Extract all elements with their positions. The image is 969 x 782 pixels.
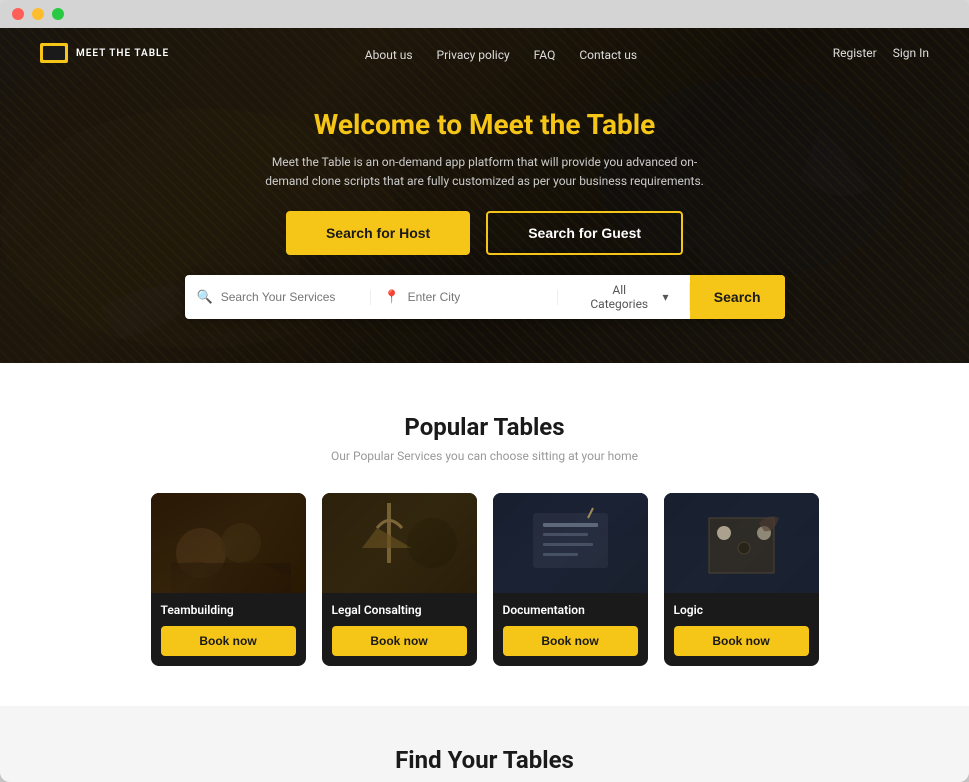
category-dropdown[interactable]: All Categories ▾	[558, 283, 689, 311]
hero-subtitle: Meet the Table is an on-demand app platf…	[255, 153, 715, 191]
close-window-button[interactable]	[12, 8, 24, 20]
popular-tables-subtitle: Our Popular Services you can choose sitt…	[80, 449, 889, 463]
card-teambuilding-label: Teambuilding	[151, 593, 306, 618]
title-bar	[0, 0, 969, 28]
card-logic: Logic Book now	[664, 493, 819, 666]
card-legal-label: Legal Consalting	[322, 593, 477, 618]
find-tables-title: Find Your Tables	[80, 746, 889, 774]
search-host-button[interactable]: Search for Host	[286, 211, 470, 255]
logo-text: MEET THE TABLE	[76, 48, 169, 59]
card-logic-image	[664, 493, 819, 593]
chevron-down-icon: ▾	[654, 290, 677, 304]
card-documentation-image	[493, 493, 648, 593]
nav-auth: Register Sign In	[833, 46, 929, 60]
nav-contact[interactable]: Contact us	[579, 48, 637, 62]
services-search-input[interactable]	[221, 290, 359, 304]
card-documentation-book-button[interactable]: Book now	[503, 626, 638, 656]
nav-about[interactable]: About us	[365, 48, 413, 62]
search-guest-button[interactable]: Search for Guest	[486, 211, 683, 255]
city-search-input[interactable]	[408, 290, 546, 304]
logo-icon	[40, 43, 68, 63]
filter-icon	[570, 295, 584, 299]
popular-tables-section: Popular Tables Our Popular Services you …	[0, 363, 969, 706]
minimize-window-button[interactable]	[32, 8, 44, 20]
card-legal-book-button[interactable]: Book now	[332, 626, 467, 656]
navbar: MEET THE TABLE About us Privacy policy F…	[0, 28, 969, 78]
find-tables-section: Find Your Tables Explore some of the bes…	[0, 706, 969, 782]
city-search-field: 📍	[371, 290, 558, 305]
card-legal-image	[322, 493, 477, 593]
hero-section: MEET THE TABLE About us Privacy policy F…	[0, 28, 969, 363]
category-label: All Categories	[590, 283, 648, 311]
card-teambuilding-image	[151, 493, 306, 593]
hero-content: Welcome to Meet the Table Meet the Table…	[0, 78, 969, 319]
location-icon: 📍	[383, 290, 399, 305]
nav-faq[interactable]: FAQ	[534, 48, 556, 62]
signin-link[interactable]: Sign In	[893, 46, 929, 60]
hero-title-plain: Welcome to	[314, 108, 469, 141]
browser-window: MEET THE TABLE About us Privacy policy F…	[0, 0, 969, 782]
card-documentation: Documentation Book now	[493, 493, 648, 666]
search-bar: 🔍 📍 All Categories ▾ Search	[185, 275, 785, 319]
card-logic-book-button[interactable]: Book now	[674, 626, 809, 656]
hero-title-highlight: Meet the Table	[469, 108, 655, 141]
logo[interactable]: MEET THE TABLE	[40, 43, 169, 63]
search-button[interactable]: Search	[690, 275, 785, 319]
maximize-window-button[interactable]	[52, 8, 64, 20]
hero-title: Welcome to Meet the Table	[314, 108, 655, 141]
hero-buttons: Search for Host Search for Guest	[286, 211, 683, 255]
card-legal: Legal Consalting Book now	[322, 493, 477, 666]
card-logic-label: Logic	[664, 593, 819, 618]
services-search-field: 🔍	[185, 290, 372, 305]
popular-tables-grid: Teambuilding Book now	[80, 493, 889, 666]
card-teambuilding-book-button[interactable]: Book now	[161, 626, 296, 656]
browser-content: MEET THE TABLE About us Privacy policy F…	[0, 28, 969, 782]
nav-links: About us Privacy policy FAQ Contact us	[365, 44, 637, 63]
services-search-icon: 🔍	[197, 290, 213, 305]
popular-tables-title: Popular Tables	[80, 413, 889, 441]
card-documentation-label: Documentation	[493, 593, 648, 618]
nav-privacy[interactable]: Privacy policy	[437, 48, 510, 62]
register-link[interactable]: Register	[833, 46, 877, 60]
card-teambuilding: Teambuilding Book now	[151, 493, 306, 666]
